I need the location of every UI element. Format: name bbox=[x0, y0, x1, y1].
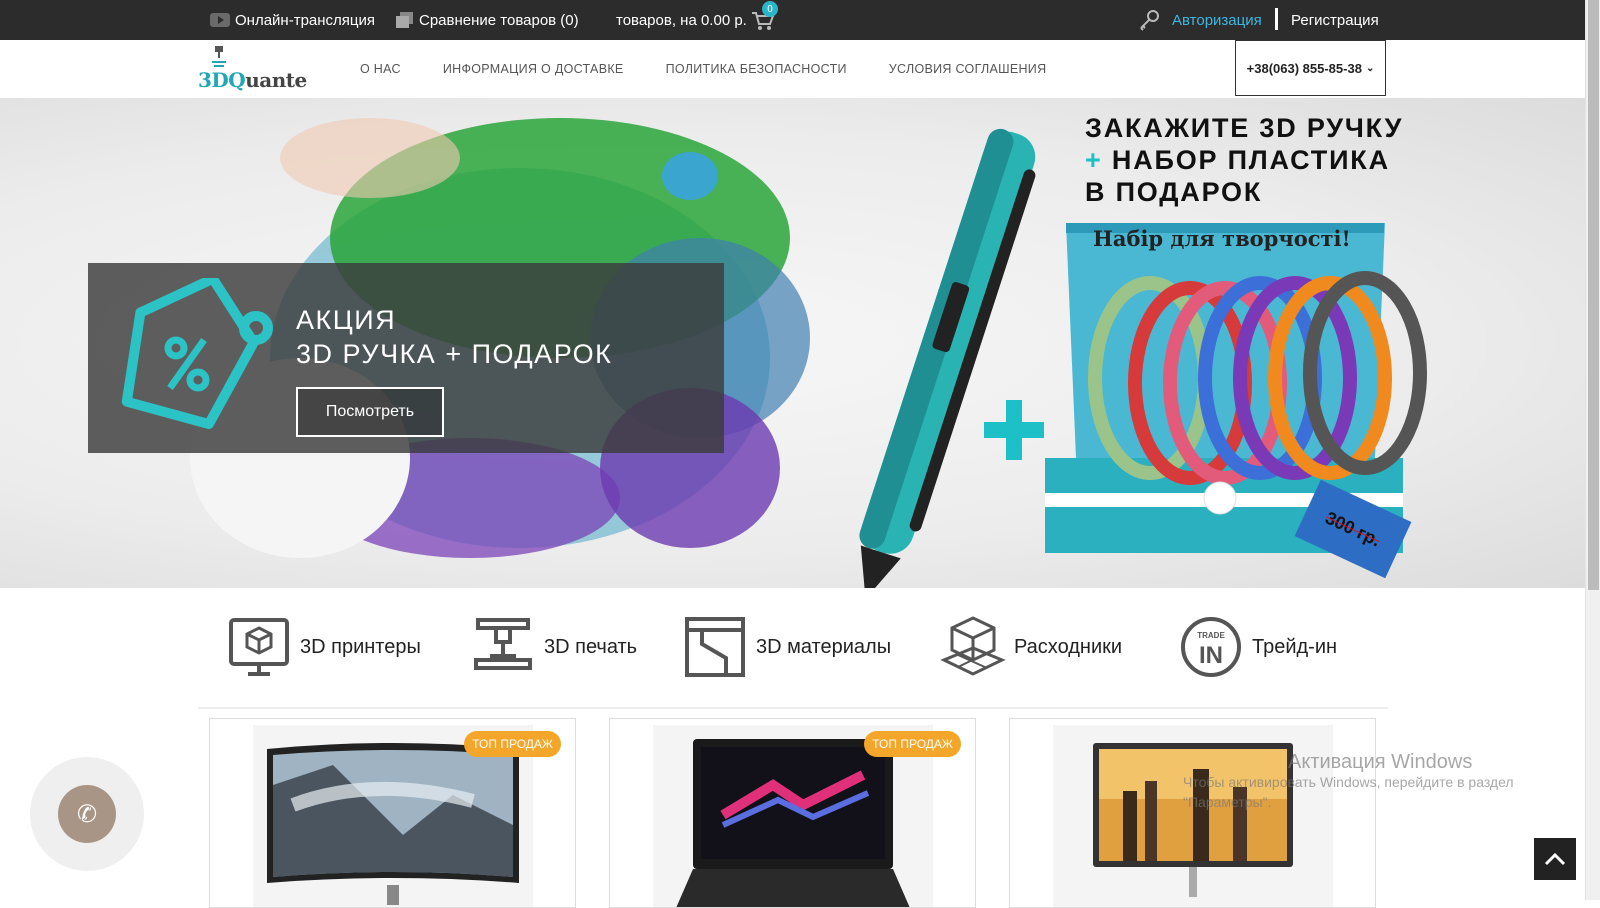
main-nav: О НАС ИНФОРМАЦИЯ О ДОСТАВКЕ ПОЛИТИКА БЕЗ… bbox=[360, 40, 1046, 98]
category-label: Трейд-ин bbox=[1252, 635, 1338, 658]
live-label: Онлайн-трансляция bbox=[235, 11, 376, 29]
category-3d-materials[interactable]: 3D материалы bbox=[682, 612, 891, 682]
watermark-line-1: Активация Windows bbox=[1288, 751, 1473, 773]
phone-number: +38(063) 855-85-38 bbox=[1246, 60, 1362, 76]
top-sales-badge: ТОП ПРОДАЖ bbox=[464, 731, 561, 757]
headline-plus: + bbox=[1085, 145, 1103, 175]
category-label: Расходники bbox=[1014, 635, 1123, 658]
headline-line-2: НАБОР ПЛАСТИКА bbox=[1111, 145, 1390, 175]
printer-frame-icon bbox=[685, 617, 745, 677]
printer-logo-icon bbox=[212, 46, 226, 67]
promo-title: АКЦИЯ 3D РУЧКА + ПОДАРОК bbox=[296, 303, 612, 371]
compare-label: Сравнение товаров (0) bbox=[419, 11, 579, 29]
register-link[interactable]: Регистрация bbox=[1291, 0, 1379, 40]
promo-line-1: АКЦИЯ bbox=[296, 305, 397, 335]
hero-headline: ЗАКАЖИТЕ 3D РУЧКУ + НАБОР ПЛАСТИКА В ПОД… bbox=[1085, 112, 1403, 208]
chevron-up-icon bbox=[1544, 852, 1566, 866]
headline-line-1: ЗАКАЖИТЕ 3D РУЧКУ bbox=[1085, 113, 1404, 143]
scrollbar-thumb[interactable] bbox=[1588, 0, 1599, 590]
nav-terms[interactable]: УСЛОВИЯ СОГЛАШЕНИЯ bbox=[889, 62, 1047, 76]
product-card[interactable]: ТОП ПРОДАЖ bbox=[209, 718, 576, 908]
category-3d-printers[interactable]: 3D принтеры bbox=[226, 612, 421, 682]
promo-line-2: 3D РУЧКА + ПОДАРОК bbox=[296, 339, 613, 369]
category-3d-print[interactable]: 3D печать bbox=[470, 612, 637, 682]
category-consumables[interactable]: Расходники bbox=[940, 612, 1122, 682]
header: 3DQuante О НАС ИНФОРМАЦИЯ О ДОСТАВКЕ ПОЛ… bbox=[0, 40, 1585, 98]
category-trade-in[interactable]: TRADE IN Трейд-ин bbox=[1178, 612, 1337, 682]
monitor-cube-icon bbox=[229, 618, 289, 676]
youtube-icon bbox=[210, 13, 230, 27]
svg-text:IN: IN bbox=[1199, 642, 1223, 669]
product-card[interactable] bbox=[1009, 718, 1376, 908]
cart-summary: товаров, на 0.00 р. bbox=[616, 11, 747, 29]
cart-count-badge: 0 bbox=[762, 1, 778, 17]
phone-icon: ✆ bbox=[58, 785, 116, 843]
compare-link[interactable]: Сравнение товаров (0) bbox=[396, 0, 579, 40]
svg-text:TRADE: TRADE bbox=[1197, 631, 1225, 640]
promo-panel: АКЦИЯ 3D РУЧКА + ПОДАРОК Посмотреть bbox=[88, 263, 724, 453]
top-bar: Онлайн-трансляция Сравнение товаров (0) … bbox=[0, 0, 1585, 40]
login-link[interactable]: Авторизация bbox=[1172, 0, 1262, 40]
key-icon bbox=[1138, 0, 1160, 40]
logo-text: 3DQuante bbox=[198, 68, 307, 92]
nav-about[interactable]: О НАС bbox=[360, 62, 401, 76]
product-card[interactable]: ТОП ПРОДАЖ bbox=[609, 718, 976, 908]
nav-delivery[interactable]: ИНФОРМАЦИЯ О ДОСТАВКЕ bbox=[443, 62, 624, 76]
discount-tag-icon bbox=[121, 278, 273, 430]
category-label: 3D принтеры bbox=[300, 635, 421, 658]
printer-head-icon bbox=[474, 618, 532, 670]
category-bar: 3D принтеры 3D печать 3D материалы Расхо… bbox=[220, 612, 1370, 682]
divider bbox=[1275, 8, 1278, 30]
windows-activation-watermark: Активация Windows Чтобы активировать Win… bbox=[1183, 752, 1514, 812]
price-value: 300 гр. bbox=[1322, 507, 1384, 550]
cart-link[interactable]: товаров, на 0.00 р. bbox=[616, 0, 747, 40]
box-label: Набір для творчості! bbox=[1093, 226, 1351, 251]
promo-view-button[interactable]: Посмотреть bbox=[296, 387, 444, 437]
headline-line-3: В ПОДАРОК bbox=[1085, 177, 1263, 207]
category-label: 3D материалы bbox=[756, 635, 892, 658]
watermark-line-3: "Параметры". bbox=[1183, 794, 1272, 810]
live-link[interactable]: Онлайн-трансляция bbox=[210, 0, 375, 40]
compare-icon bbox=[396, 12, 414, 28]
top-sales-badge: ТОП ПРОДАЖ bbox=[864, 731, 961, 757]
scroll-to-top-button[interactable] bbox=[1534, 838, 1576, 880]
site-logo[interactable]: 3DQuante bbox=[198, 44, 310, 94]
nav-privacy[interactable]: ПОЛИТИКА БЕЗОПАСНОСТИ bbox=[666, 62, 847, 76]
hero-banner[interactable]: Набір для творчості! АКЦИЯ 3D РУЧКА + ПО… bbox=[0, 98, 1585, 588]
cube-grid-icon bbox=[940, 616, 1006, 676]
category-divider bbox=[198, 707, 1388, 709]
chevron-down-icon: ⌄ bbox=[1365, 62, 1375, 74]
trade-in-icon: TRADE IN bbox=[1181, 617, 1241, 677]
category-label: 3D печать bbox=[544, 635, 638, 658]
watermark-line-2: Чтобы активировать Windows, перейдите в … bbox=[1183, 774, 1514, 790]
phone-dropdown[interactable]: +38(063) 855-85-38 ⌄ bbox=[1235, 40, 1386, 96]
cart-button[interactable]: 0 bbox=[750, 1, 778, 33]
callback-widget[interactable]: ✆ bbox=[30, 757, 144, 871]
scrollbar[interactable] bbox=[1585, 0, 1600, 900]
